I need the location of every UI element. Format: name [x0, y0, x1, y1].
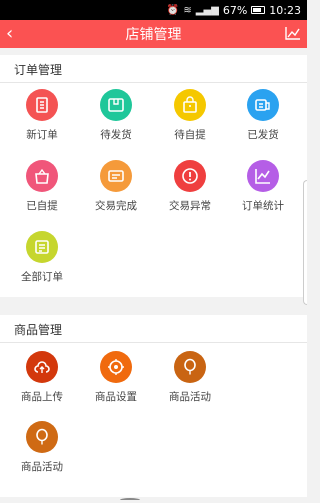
- menu-item-4[interactable]: 已发货: [228, 89, 298, 142]
- truck-icon: [247, 89, 279, 121]
- menu-item-1[interactable]: 新订单: [7, 89, 77, 142]
- menu-item-label: 商品上传: [21, 391, 63, 403]
- menu-item-label: 待发货: [100, 129, 132, 141]
- shopping-bag-icon: [26, 160, 58, 192]
- section-title: 订单管理: [14, 63, 63, 77]
- menu-item-9[interactable]: 全部订单: [7, 231, 77, 284]
- list-icon: [26, 231, 58, 263]
- divider: [0, 82, 307, 83]
- menu-item-label: 待自提: [174, 129, 206, 141]
- menu-item-label: 商品活动: [169, 391, 211, 403]
- balloon-icon: [174, 351, 206, 383]
- card-icon: [100, 160, 132, 192]
- menu-item-6[interactable]: 交易完成: [81, 160, 151, 213]
- menu-item-label: 已自提: [26, 200, 58, 212]
- menu-item-4[interactable]: 商品活动: [7, 421, 77, 474]
- order-management-section: 订单管理 新订单 待发货 待自提 已发货已自提 交易完成 交易异常 订单统计全部订单: [0, 55, 307, 297]
- goods-management-section: 商品管理 商品上传 商品设置 商品活动 商品活动: [0, 315, 307, 497]
- menu-item-3[interactable]: 商品活动: [155, 351, 225, 404]
- menu-item-label: 交易异常: [169, 200, 211, 212]
- divider: [0, 342, 307, 343]
- back-arrow-icon[interactable]: ‹: [6, 23, 13, 45]
- side-drawer-handle[interactable]: [303, 180, 307, 305]
- menu-item-label: 商品活动: [21, 461, 63, 473]
- wifi-icon: ≋: [183, 4, 192, 16]
- alarm-icon: ⏰: [166, 4, 180, 16]
- menu-item-label: 订单统计: [242, 200, 284, 212]
- chart-icon: [247, 160, 279, 192]
- page-title: 店铺管理: [125, 27, 182, 43]
- menu-item-5[interactable]: 已自提: [7, 160, 77, 213]
- balloon-icon: [26, 421, 58, 453]
- menu-item-3[interactable]: 待自提: [155, 89, 225, 142]
- menu-item-label: 商品设置: [95, 391, 137, 403]
- line-chart-icon[interactable]: [285, 26, 301, 40]
- settings-icon: [100, 351, 132, 383]
- menu-item-1[interactable]: 商品上传: [7, 351, 77, 404]
- menu-item-7[interactable]: 交易异常: [155, 160, 225, 213]
- document-icon: [26, 89, 58, 121]
- menu-item-label: 全部订单: [21, 271, 63, 283]
- menu-item-8[interactable]: 订单统计: [228, 160, 298, 213]
- menu-item-label: 已发货: [247, 129, 279, 141]
- clock: 10:23: [269, 3, 301, 17]
- menu-item-label: 交易完成: [95, 200, 137, 212]
- menu-item-2[interactable]: 待发货: [81, 89, 151, 142]
- battery-percent: 67%: [222, 3, 248, 17]
- battery-icon: [251, 6, 266, 14]
- signal-icon: ▂▄▆: [195, 4, 219, 16]
- title-bar: ‹ 店铺管理: [0, 20, 307, 48]
- section-title: 商品管理: [14, 323, 63, 337]
- bag-icon: [174, 89, 206, 121]
- status-bar: ⏰ ≋ ▂▄▆ 67% 10:23: [0, 0, 307, 20]
- bottom-indicator: [120, 498, 140, 502]
- exclamation-icon: [174, 160, 206, 192]
- box-icon: [100, 89, 132, 121]
- cloud-upload-icon: [26, 351, 58, 383]
- menu-item-label: 新订单: [26, 129, 58, 141]
- menu-item-2[interactable]: 商品设置: [81, 351, 151, 404]
